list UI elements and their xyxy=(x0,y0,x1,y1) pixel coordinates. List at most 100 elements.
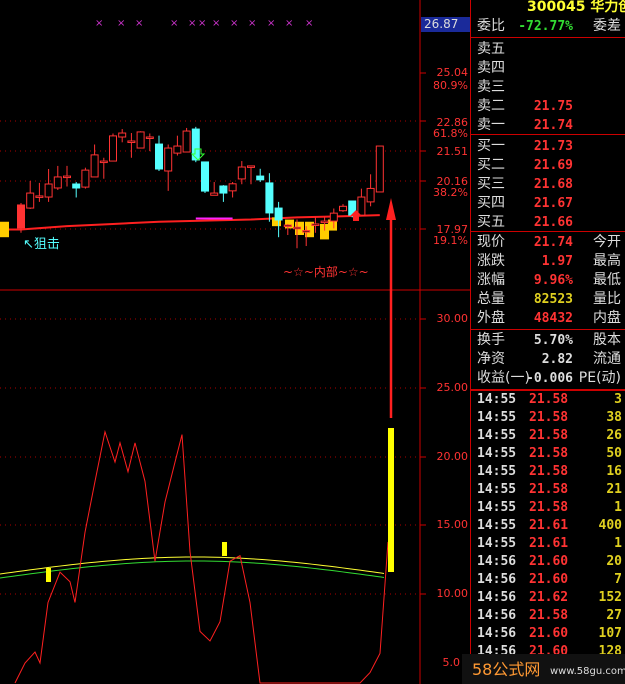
ind-axis-label: 25.00 xyxy=(436,381,469,394)
candle-body xyxy=(247,165,255,168)
bid-label: 买一 xyxy=(477,138,505,154)
candle-body xyxy=(182,130,191,153)
quote-value: 1.97 xyxy=(541,254,573,269)
signal-marker: × xyxy=(188,18,196,29)
fund-label2: 流通 xyxy=(593,351,621,367)
bid-label: 买三 xyxy=(477,176,505,192)
quote-label2: 今开 xyxy=(593,234,621,250)
tick-volume: 107 xyxy=(598,626,622,641)
tick-row: 14:55 21.58 16 xyxy=(477,463,622,481)
candle-body xyxy=(81,169,90,188)
ask-label: 卖二 xyxy=(477,98,505,114)
tick-volume: 38 xyxy=(606,410,622,425)
tick-row: 14:55 21.58 50 xyxy=(477,445,622,463)
tick-time: 14:56 xyxy=(477,626,517,641)
quote-label: 外盘 xyxy=(477,310,505,326)
axis-pct: 38.2% xyxy=(433,186,468,199)
candle-body xyxy=(228,183,237,192)
tick-time: 14:56 xyxy=(477,572,517,587)
bid-label: 买二 xyxy=(477,157,505,173)
quote-value: 9.96% xyxy=(533,273,573,288)
tick-volume: 7 xyxy=(614,572,622,587)
ask-price-box: 26.87 xyxy=(421,17,470,32)
quote-panel: 300045 华力创 委比 -72.77% 委差 卖五卖四 卖三 卖二 21.75 卖一… xyxy=(470,0,625,684)
tick-time: 14:55 xyxy=(477,536,517,551)
tick-price: 21.58 xyxy=(529,482,569,497)
signal-marker: × xyxy=(285,18,293,29)
tick-price: 21.58 xyxy=(529,464,569,479)
signal-marker: × xyxy=(212,18,220,29)
candle-body xyxy=(44,183,53,198)
quote-label: 现价 xyxy=(477,234,505,250)
tick-row: 14:55 21.58 21 xyxy=(477,481,622,499)
quote-value: 21.74 xyxy=(533,235,573,250)
candle-body xyxy=(99,160,108,164)
tick-row: 14:55 21.61 1 xyxy=(477,535,622,553)
candle-body xyxy=(375,145,384,193)
ask-price: 21.75 xyxy=(533,99,573,114)
quote-label: 涨幅 xyxy=(477,272,505,288)
tick-volume: 21 xyxy=(606,482,622,497)
bid-price: 21.67 xyxy=(533,196,573,211)
divider xyxy=(471,329,625,330)
tick-row: 14:56 21.60 107 xyxy=(477,625,622,643)
axis-pct: 19.1% xyxy=(433,234,468,247)
tick-volume: 27 xyxy=(606,608,622,623)
tick-time: 14:55 xyxy=(477,446,517,461)
candle-body xyxy=(265,182,274,214)
tick-price: 21.58 xyxy=(529,446,569,461)
watermark-url: www.58gu.com xyxy=(550,666,625,677)
tick-volume: 1 xyxy=(614,536,622,551)
bid-label: 买四 xyxy=(477,195,505,211)
tick-row: 14:55 21.61 400 xyxy=(477,517,622,535)
quote-row: 涨跌 1.97 最高 xyxy=(477,252,625,271)
indicator-bar xyxy=(46,568,51,582)
tick-time: 14:56 xyxy=(477,590,517,605)
ask-row: 卖三 xyxy=(477,78,625,97)
divider xyxy=(471,134,625,135)
candle-body xyxy=(283,224,292,228)
quote-label2: 量比 xyxy=(593,291,621,307)
stock-title: 300045 华力创 xyxy=(527,0,625,15)
signal-marker: × xyxy=(230,18,238,29)
signal-marker: × xyxy=(248,18,256,29)
stock-terminal: × × × × × × × × × × × × 25.04 80.9% 22.86 61.8% 21.… xyxy=(0,0,625,684)
ask-row: 卖五 xyxy=(477,40,625,59)
tick-price: 21.60 xyxy=(529,554,569,569)
axis-label: 21.51 xyxy=(436,145,469,158)
ask-row: 卖一 21.74 xyxy=(477,116,625,135)
candle-body xyxy=(109,135,117,162)
weicha-label: 委差 xyxy=(593,18,621,34)
quote-label2: 内盘 xyxy=(593,310,621,326)
candle-body xyxy=(219,185,228,194)
candle-body xyxy=(302,230,311,233)
tick-row: 14:56 21.62 152 xyxy=(477,589,622,607)
tick-price: 21.58 xyxy=(529,500,569,515)
signal-block xyxy=(0,221,9,238)
candle-body xyxy=(210,192,219,196)
tick-price: 21.60 xyxy=(529,626,569,641)
candle-body xyxy=(164,147,173,172)
candle-body xyxy=(90,154,99,178)
tick-time: 14:55 xyxy=(477,518,517,533)
ask-label: 卖一 xyxy=(477,117,505,133)
ask-row: 卖二 21.75 xyxy=(477,97,625,116)
signal-marker: × xyxy=(305,18,313,29)
candle-body xyxy=(72,183,81,189)
signal-marker: × xyxy=(198,18,206,29)
tick-row: 14:55 21.58 1 xyxy=(477,499,622,517)
quote-label: 涨跌 xyxy=(477,253,505,269)
tick-time: 14:55 xyxy=(477,464,517,479)
tick-row: 14:56 21.60 7 xyxy=(477,571,622,589)
candle-body xyxy=(366,187,375,203)
ask-label: 卖五 xyxy=(477,41,505,57)
weibi-row: 委比 -72.77% 委差 xyxy=(477,17,625,36)
signal-arrow-head xyxy=(386,198,396,220)
tick-time: 14:55 xyxy=(477,392,517,407)
tick-volume: 20 xyxy=(606,554,622,569)
ind-axis-label: 5.0 xyxy=(442,656,461,669)
quote-label: 总量 xyxy=(477,291,505,307)
ask-row: 卖四 xyxy=(477,59,625,78)
candle-body xyxy=(127,140,136,143)
axis-pct: 80.9% xyxy=(433,79,468,92)
